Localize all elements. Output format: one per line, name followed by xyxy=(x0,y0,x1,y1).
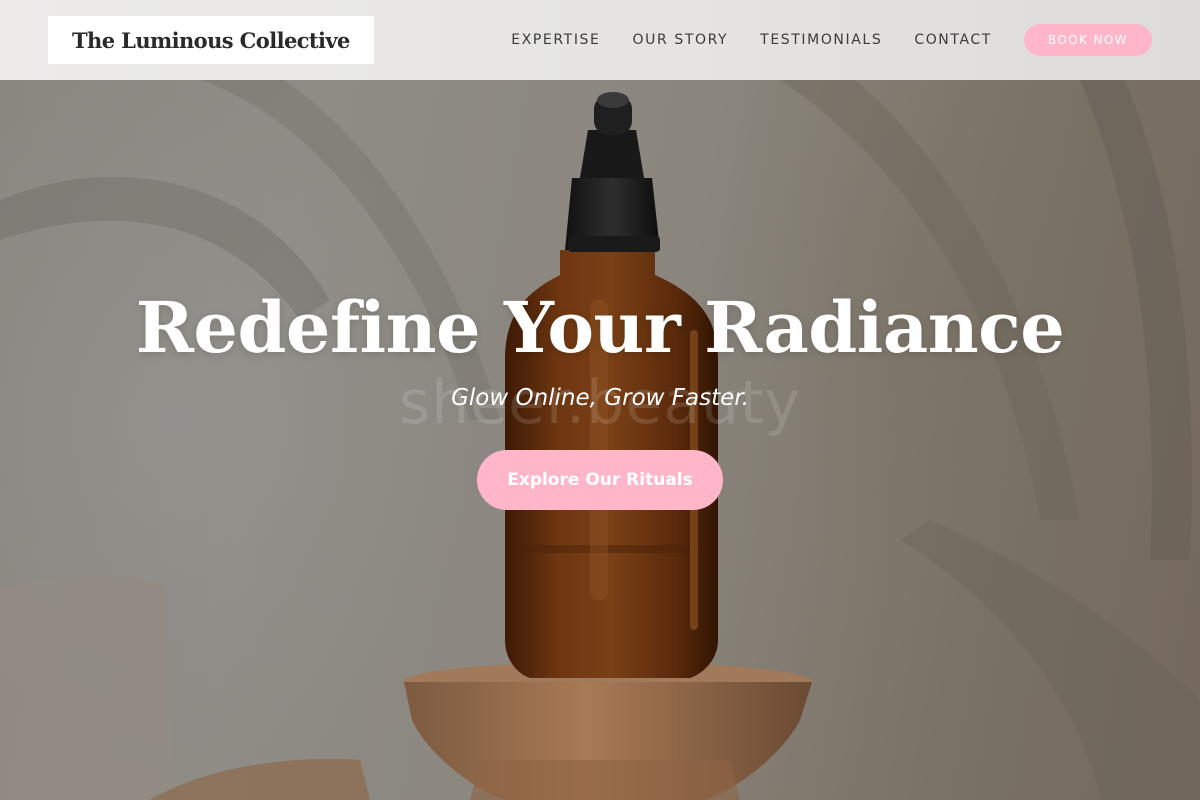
nav-item-contact[interactable]: CONTACT xyxy=(914,32,992,48)
nav-item-testimonials[interactable]: TESTIMONIALS xyxy=(760,32,882,48)
hero-subtitle: Glow Online, Grow Faster. xyxy=(451,385,749,411)
hero-title: Redefine Your Radiance xyxy=(135,286,1065,369)
nav-item-expertise[interactable]: EXPERTISE xyxy=(511,32,600,48)
site-header: The Luminous Collective EXPERTISE OUR ST… xyxy=(0,0,1200,80)
main-nav: EXPERTISE OUR STORY TESTIMONIALS CONTACT… xyxy=(511,24,1152,56)
book-now-button[interactable]: BOOK NOW xyxy=(1023,24,1152,56)
nav-item-our-story[interactable]: OUR STORY xyxy=(632,32,728,48)
explore-rituals-button[interactable]: Explore Our Rituals xyxy=(477,450,723,510)
brand-logo[interactable]: The Luminous Collective xyxy=(48,16,374,64)
